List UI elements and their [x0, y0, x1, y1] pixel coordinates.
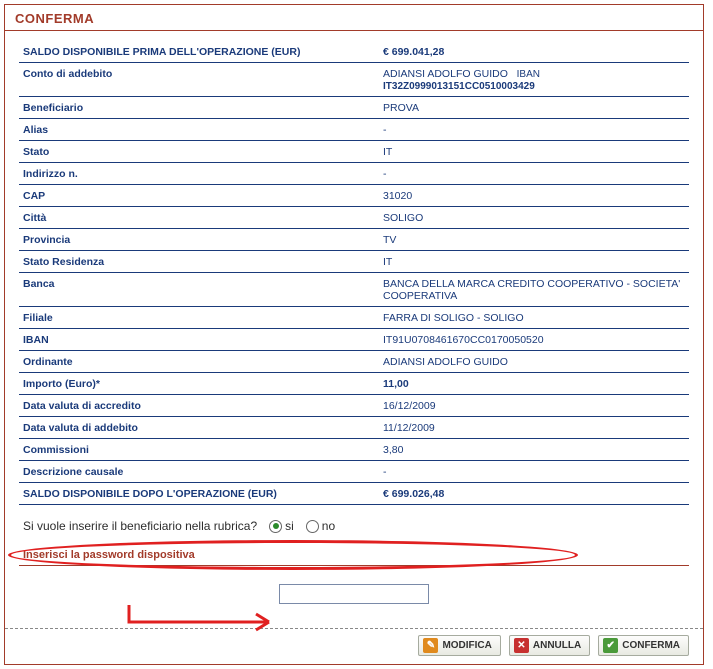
rubrica-question-row: Si vuole inserire il beneficiario nella … — [19, 505, 689, 541]
row-label: Importo (Euro)* — [19, 373, 379, 395]
panel-content: SALDO DISPONIBILE PRIMA DELL'OPERAZIONE … — [5, 31, 703, 624]
table-row: SALDO DISPONIBILE DOPO L'OPERAZIONE (EUR… — [19, 483, 689, 505]
row-value: ADIANSI ADOLFO GUIDO IBAN IT32Z099901315… — [379, 63, 689, 97]
row-label: Beneficiario — [19, 97, 379, 119]
row-value: IT — [379, 141, 689, 163]
row-value: 11/12/2009 — [379, 417, 689, 439]
row-label: Descrizione causale — [19, 461, 379, 483]
table-row: Indirizzo n.- — [19, 163, 689, 185]
table-row: ProvinciaTV — [19, 229, 689, 251]
row-label: Conto di addebito — [19, 63, 379, 97]
row-label: Ordinante — [19, 351, 379, 373]
iban-value: IT32Z0999013151CC0510003429 — [383, 81, 535, 92]
table-row: BancaBANCA DELLA MARCA CREDITO COOPERATI… — [19, 273, 689, 307]
radio-si[interactable] — [269, 520, 282, 533]
table-row: Alias- — [19, 119, 689, 141]
row-label: IBAN — [19, 329, 379, 351]
iban-label: IBAN — [517, 69, 540, 80]
row-label: Indirizzo n. — [19, 163, 379, 185]
radio-si-label: si — [285, 519, 294, 533]
row-value: ADIANSI ADOLFO GUIDO — [379, 351, 689, 373]
table-row: OrdinanteADIANSI ADOLFO GUIDO — [19, 351, 689, 373]
row-label: Banca — [19, 273, 379, 307]
radio-option-si[interactable]: si — [269, 519, 294, 533]
account-holder: ADIANSI ADOLFO GUIDO — [383, 68, 508, 80]
table-row: Data valuta di accredito16/12/2009 — [19, 395, 689, 417]
table-row: Stato ResidenzaIT — [19, 251, 689, 273]
row-value: IT — [379, 251, 689, 273]
confirm-panel: CONFERMA SALDO DISPONIBILE PRIMA DELL'OP… — [4, 4, 704, 665]
row-value: BANCA DELLA MARCA CREDITO COOPERATIVO - … — [379, 273, 689, 307]
row-label: Data valuta di addebito — [19, 417, 379, 439]
table-row: IBANIT91U0708461670CC0170050520 — [19, 329, 689, 351]
password-input[interactable] — [279, 584, 429, 604]
row-value: FARRA DI SOLIGO - SOLIGO — [379, 307, 689, 329]
row-value: € 699.041,28 — [379, 41, 689, 63]
close-icon: ✕ — [514, 638, 529, 653]
radio-option-no[interactable]: no — [306, 519, 335, 533]
row-label: SALDO DISPONIBILE PRIMA DELL'OPERAZIONE … — [19, 41, 379, 63]
panel-title: CONFERMA — [5, 5, 703, 31]
table-row: SALDO DISPONIBILE PRIMA DELL'OPERAZIONE … — [19, 41, 689, 63]
check-icon: ✔ — [603, 638, 618, 653]
row-label: Stato Residenza — [19, 251, 379, 273]
modify-button[interactable]: ✎ MODIFICA — [418, 635, 500, 656]
radio-no[interactable] — [306, 520, 319, 533]
row-value: 3,80 — [379, 439, 689, 461]
row-label: CAP — [19, 185, 379, 207]
row-label: SALDO DISPONIBILE DOPO L'OPERAZIONE (EUR… — [19, 483, 379, 505]
row-label: Data valuta di accredito — [19, 395, 379, 417]
password-label: Inserisci la password dispositiva — [19, 541, 689, 566]
row-value: TV — [379, 229, 689, 251]
pencil-icon: ✎ — [423, 638, 438, 653]
cancel-button-label: ANNULLA — [533, 640, 581, 651]
row-label: Commissioni — [19, 439, 379, 461]
row-value: - — [379, 119, 689, 141]
table-row: Commissioni3,80 — [19, 439, 689, 461]
table-row: CittàSOLIGO — [19, 207, 689, 229]
row-label: Provincia — [19, 229, 379, 251]
button-row: ✎ MODIFICA ✕ ANNULLA ✔ CONFERMA — [5, 629, 703, 664]
row-label: Filiale — [19, 307, 379, 329]
row-value: PROVA — [379, 97, 689, 119]
row-value: € 699.026,48 — [379, 483, 689, 505]
row-value: - — [379, 461, 689, 483]
table-row: Importo (Euro)*11,00 — [19, 373, 689, 395]
confirm-button[interactable]: ✔ CONFERMA — [598, 635, 689, 656]
table-row: StatoIT — [19, 141, 689, 163]
table-row: BeneficiarioPROVA — [19, 97, 689, 119]
row-value: IT91U0708461670CC0170050520 — [379, 329, 689, 351]
row-value: - — [379, 163, 689, 185]
radio-no-label: no — [322, 519, 335, 533]
modify-button-label: MODIFICA — [442, 640, 491, 651]
password-row — [19, 584, 689, 618]
row-label: Stato — [19, 141, 379, 163]
row-value: SOLIGO — [379, 207, 689, 229]
table-row: Conto di addebitoADIANSI ADOLFO GUIDO IB… — [19, 63, 689, 97]
row-value: 11,00 — [379, 373, 689, 395]
row-value: 31020 — [379, 185, 689, 207]
table-row: Descrizione causale- — [19, 461, 689, 483]
table-row: CAP31020 — [19, 185, 689, 207]
confirm-button-label: CONFERMA — [622, 640, 680, 651]
summary-table: SALDO DISPONIBILE PRIMA DELL'OPERAZIONE … — [19, 41, 689, 505]
row-value: 16/12/2009 — [379, 395, 689, 417]
row-label: Città — [19, 207, 379, 229]
table-row: Data valuta di addebito11/12/2009 — [19, 417, 689, 439]
row-label: Alias — [19, 119, 379, 141]
cancel-button[interactable]: ✕ ANNULLA — [509, 635, 590, 656]
rubrica-question-text: Si vuole inserire il beneficiario nella … — [23, 519, 257, 533]
table-row: FilialeFARRA DI SOLIGO - SOLIGO — [19, 307, 689, 329]
